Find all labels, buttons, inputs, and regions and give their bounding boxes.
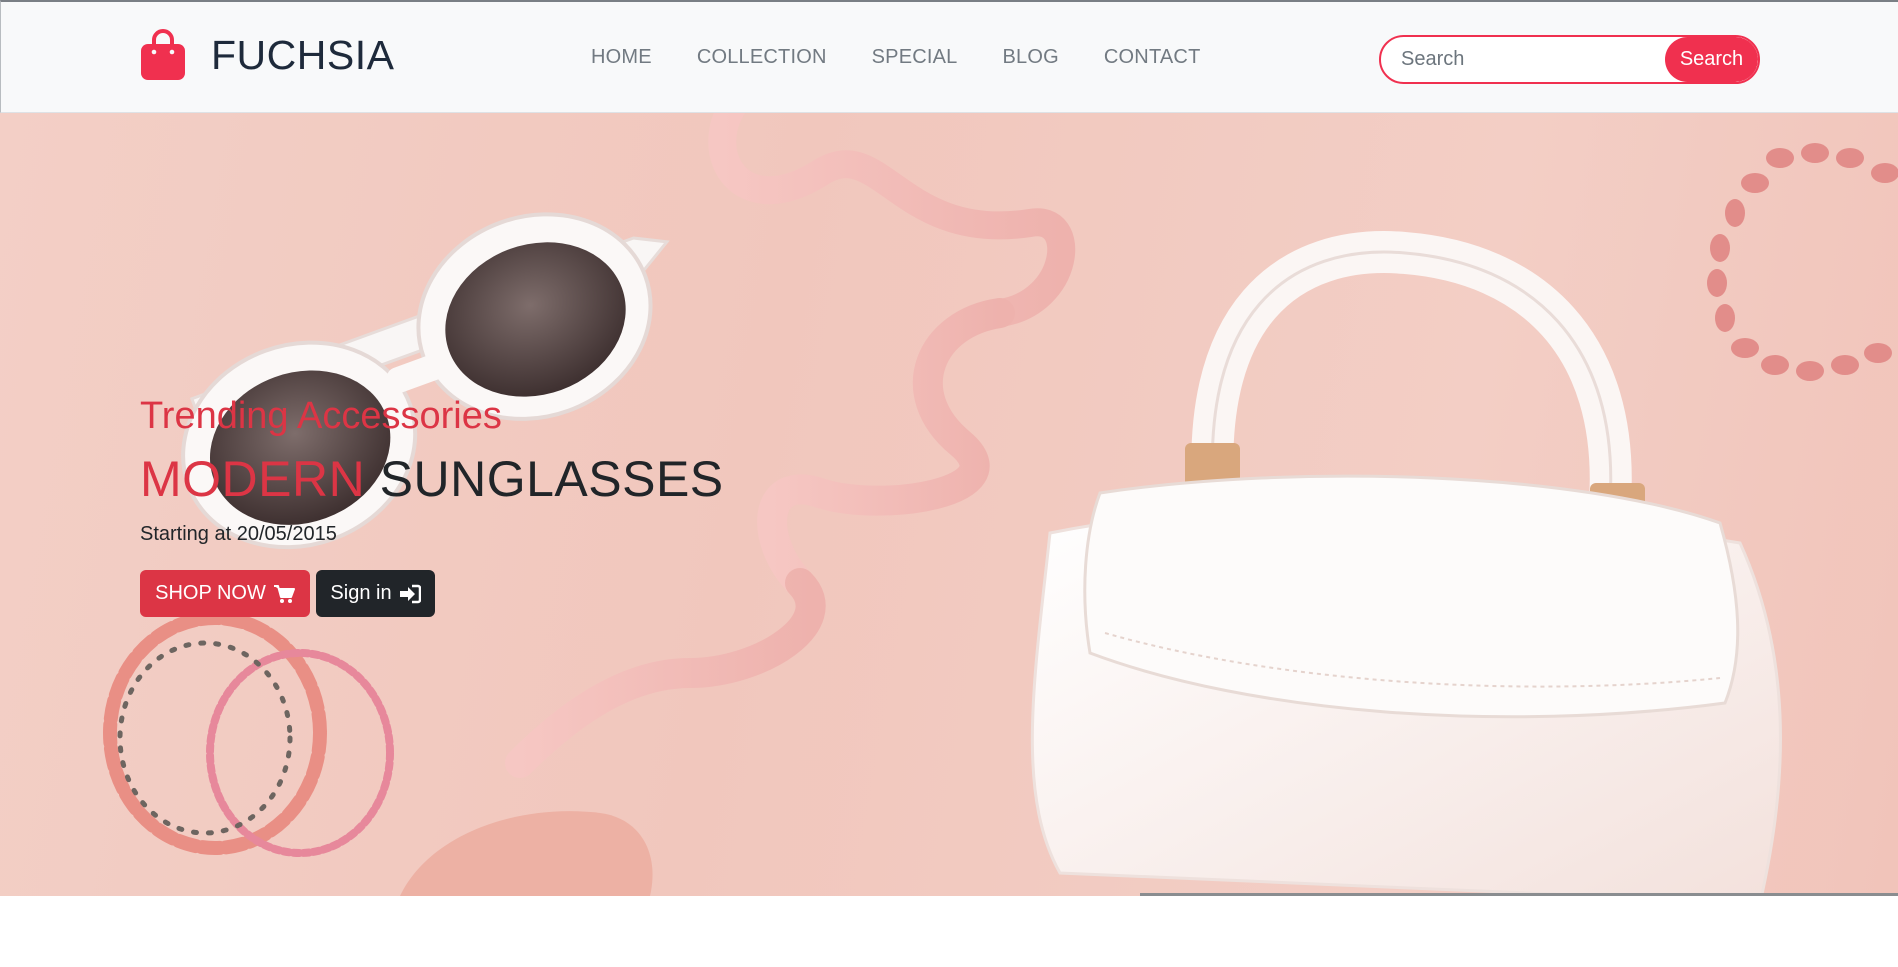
shop-now-label: SHOP NOW — [155, 582, 266, 604]
sunglasses — [181, 212, 670, 550]
hero-title-rest: SUNGLASSES — [379, 451, 724, 507]
shop-now-button[interactable]: SHOP NOW — [140, 570, 310, 617]
hero-title: MODERN SUNGLASSES — [140, 450, 724, 508]
search-form: Search — [1379, 35, 1760, 84]
handbag — [1030, 231, 1782, 896]
nav-contact[interactable]: CONTACT — [1104, 46, 1201, 69]
shoe — [400, 811, 653, 896]
hero-date: Starting at 20/05/2015 — [140, 523, 337, 545]
ribbon — [505, 113, 1076, 778]
nav-collection[interactable]: COLLECTION — [697, 46, 827, 69]
navbar: FUCHSIA HOME COLLECTION SPECIAL BLOG CON… — [0, 0, 1898, 113]
hero-subtitle: Trending Accessories — [140, 395, 502, 437]
bracelets-bottom — [103, 611, 394, 857]
brand-name: FUCHSIA — [211, 31, 395, 78]
bracelet-top — [1707, 143, 1898, 381]
main-nav: HOME COLLECTION SPECIAL BLOG CONTACT — [591, 46, 1245, 69]
sign-in-button[interactable]: Sign in — [316, 570, 435, 617]
brand[interactable]: FUCHSIA — [140, 29, 394, 81]
hero-bottom-edge — [1140, 893, 1898, 896]
sign-in-label: Sign in — [330, 582, 392, 604]
nav-blog[interactable]: BLOG — [1003, 46, 1059, 69]
shopping-bag-icon — [141, 29, 185, 80]
nav-home[interactable]: HOME — [591, 46, 652, 69]
sign-in-icon — [399, 584, 421, 603]
hero-title-highlight: MODERN — [140, 451, 366, 507]
search-input[interactable] — [1381, 37, 1671, 82]
hero-banner: Trending Accessories MODERN SUNGLASSES S… — [0, 113, 1898, 896]
search-button[interactable]: Search — [1665, 37, 1758, 82]
nav-special[interactable]: SPECIAL — [872, 46, 958, 69]
shopping-cart-icon — [273, 584, 295, 603]
